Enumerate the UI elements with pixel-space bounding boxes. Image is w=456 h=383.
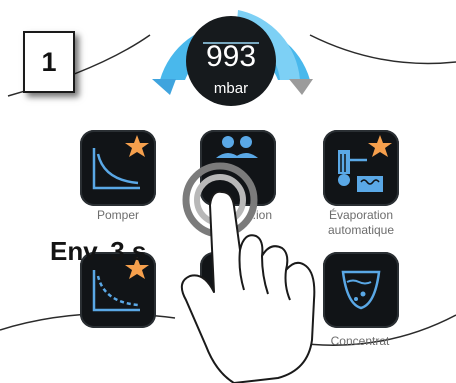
hidden-tile-button[interactable] <box>200 252 276 328</box>
pressure-unit: mbar <box>213 80 249 97</box>
press-duration-label: Env. 3 s <box>50 236 147 266</box>
people-icon <box>216 136 258 158</box>
concentration-tile-button[interactable] <box>323 252 399 328</box>
concentration-flask-icon <box>341 270 381 310</box>
pump-tile-label: Pomper <box>96 208 140 222</box>
auto-evaporation-tile-label: Évaporation automatique <box>305 208 417 238</box>
navigation-tile-button[interactable] <box>200 130 276 206</box>
pump-down-curve-star-icon <box>92 135 149 190</box>
pump-tile-button[interactable] <box>80 130 156 206</box>
navigation-tile-label: ...ion <box>245 208 272 222</box>
pressure-value: 993 <box>205 40 257 73</box>
screen-illustration: 993 mbar 1 Pomper ...ion Évaporation aut… <box>0 0 456 383</box>
auto-evaporation-tile-button[interactable] <box>323 130 399 206</box>
concentration-tile-label: Concentrat <box>330 334 390 348</box>
auto-evaporation-star-icon <box>338 135 392 192</box>
auto-evaporation-label-line1: Évaporation <box>328 208 394 222</box>
auto-evaporation-label-line2: automatique <box>327 223 395 237</box>
step-number-badge: 1 <box>23 31 75 93</box>
